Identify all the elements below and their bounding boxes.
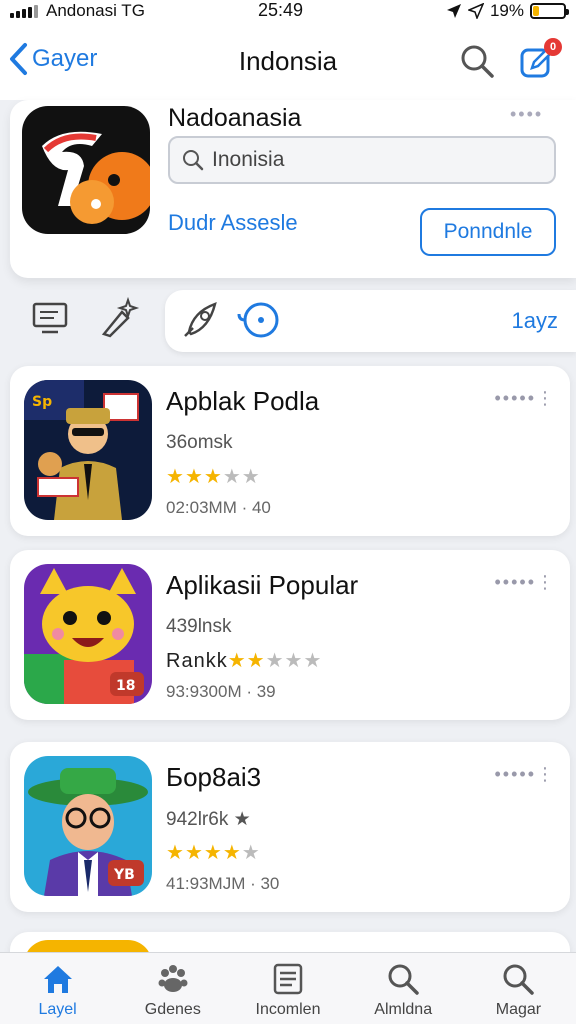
star-icon: ★ [303,650,323,672]
svg-text:18: 18 [116,678,135,694]
paw-icon [158,965,188,992]
star-icon: ★ [241,466,261,488]
wand-icon [101,296,140,338]
search-icon [461,45,494,78]
search-icon [388,964,419,995]
app-subtitle: 942lr6k ★ [166,809,251,830]
star-icon: ★ [241,842,261,864]
status-bar: Andonasi TG 25:49 19% [0,0,576,22]
tab-more[interactable]: Magar [461,953,576,1024]
compass-button[interactable] [235,298,279,342]
location-icon [446,4,461,18]
more-options-icon[interactable]: •••••⋮ [494,572,556,593]
more-options-icon[interactable]: •••••⋮ [494,388,556,409]
tab-home[interactable]: Layel [0,953,115,1024]
star-icon: ★ [184,466,204,488]
search-icon [503,964,535,995]
notification-badge: 0 [544,38,562,56]
featured-title: Nadoanasia [168,104,302,132]
battery-fill [533,6,539,16]
star-icon: ★ [284,650,304,672]
tab-label: Incomlen [255,1001,321,1018]
compose-button[interactable]: 0 [518,38,562,82]
app-icon: 18 [24,564,152,704]
navigation-bar: Gayer Indonsia 0 [0,22,576,100]
magic-button[interactable] [98,296,140,338]
rocket-button[interactable] [179,298,223,342]
tab-bar: Layel Gdenes Incomlen Almldna Magar [0,952,576,1024]
app-meta: 93:9300M · 39 [166,682,276,701]
star-icon: ★ [222,466,242,488]
status-right: 19% [446,1,569,21]
monitor-icon [32,302,68,334]
star-icon: ★ [184,842,204,864]
featured-app-icon[interactable] [22,106,150,234]
status-time: 25:49 [258,0,304,20]
more-options-icon[interactable]: •••••⋮ [494,764,556,785]
compass-icon [237,302,279,338]
app-meta: 41:93MJM · 30 [166,874,280,893]
star-icon: ★ [166,842,185,864]
tab-games[interactable]: Gdenes [115,953,230,1024]
star-icons: ★★★★★ [228,650,323,672]
app-rating: ★★★★★ [166,464,261,489]
toolbar-count: 1ayz [511,308,558,333]
app-icon: YB [24,756,152,896]
tab-list[interactable]: Incomlen [230,953,345,1024]
rating-label: Rankk [166,650,228,672]
star-icon: ★ [246,650,266,672]
app-rating: ★★★★★ [166,840,261,865]
toolbar-card: 1ayz [165,290,576,352]
list-item[interactable]: YB Бор8аі3 •••••⋮ 942lr6k ★ ★★★★★ 41:93M… [10,742,570,912]
tab-label: Layel [38,1001,77,1018]
svg-text:Sp: Sp [32,394,52,410]
star-icons: ★★★★★ [166,466,261,488]
star-icon: ★ [166,466,185,488]
battery-percent: 19% [489,1,524,20]
tab-label: Almldna [374,1001,433,1018]
tab-label: Magar [495,1001,542,1018]
tab-search[interactable]: Almldna [346,953,461,1024]
rocket-icon [184,302,217,337]
tab-label: Gdenes [144,1001,201,1018]
header-action-button[interactable]: Ponndnle [420,208,556,256]
app-subtitle: 36omsk [166,432,233,453]
app-name: Aplikasii Popular [166,570,359,600]
app-rating: Rankk★★★★★ [166,648,322,673]
more-icon[interactable]: •••• [510,104,543,125]
carrier-name: Andonasi TG [46,1,145,20]
battery-icon [530,3,569,19]
search-button[interactable] [458,42,496,80]
app-icon: Sp [24,380,152,520]
search-icon [183,150,204,171]
screen-button[interactable] [30,296,72,338]
star-icon: ★ [265,650,285,672]
location-icon-2 [467,3,484,19]
star-icon: ★ [203,842,223,864]
app-name: Бор8аі3 [166,762,262,792]
list-item[interactable]: 18 Aplikasii Popular •••••⋮ 439lnsk Rank… [10,550,570,720]
svg-text:YB: YB [113,867,135,883]
app-subtitle: 439lnsk [166,616,232,637]
star-icon: ★ [203,466,223,488]
featured-card: Nadoanasia •••• Dudr Assesle Ponndnle [10,100,576,278]
home-icon [43,966,72,993]
search-input[interactable] [212,148,532,172]
star-icon: ★ [222,842,242,864]
star-icons: ★★★★★ [166,842,261,864]
toolbar-left [0,292,160,346]
search-field[interactable] [168,136,556,184]
header-link[interactable]: Dudr Assesle [168,210,298,236]
star-icon: ★ [227,650,247,672]
app-name: Apblak Podla [166,386,320,416]
list-icon [273,963,303,995]
list-item[interactable]: Sp Apblak Podla •••••⋮ 36omsk ★★★★★ 02:0… [10,366,570,536]
app-meta: 02:03MM · 40 [166,498,271,517]
signal-icon [10,4,38,18]
